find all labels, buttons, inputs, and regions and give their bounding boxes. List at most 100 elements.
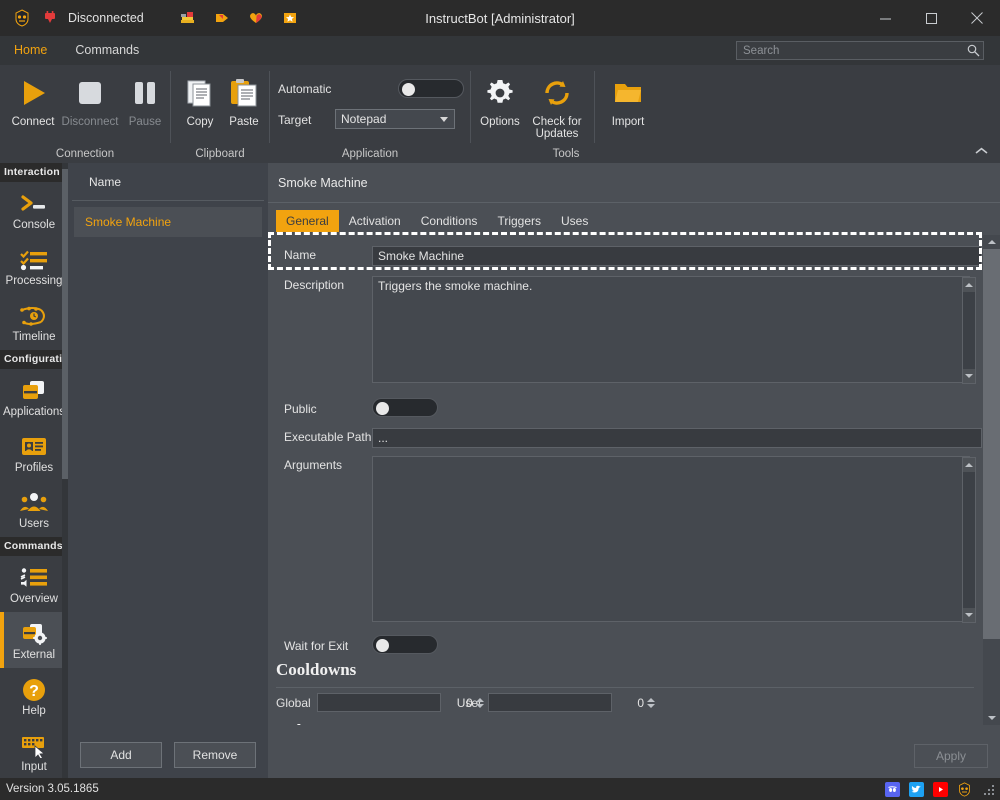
import-label: Import [611,116,645,128]
description-scroll-down-button[interactable] [963,369,975,383]
description-textarea[interactable] [372,276,970,383]
list-item[interactable]: Smoke Machine [74,207,262,237]
description-scroll-track[interactable] [963,292,975,369]
id-card-icon [19,432,49,462]
user-cooldown-spinner[interactable] [488,693,656,712]
arguments-label: Arguments [284,458,343,472]
detail-scroll-down-button[interactable] [983,711,1000,725]
tab-conditions[interactable]: Conditions [411,210,488,232]
detail-scrollbar-thumb[interactable] [983,249,1000,639]
global-cooldown-arrows[interactable] [475,697,484,708]
arguments-scroll-up-button[interactable] [963,458,975,472]
list-actions: Add Remove [68,742,268,768]
remove-button[interactable]: Remove [174,742,256,768]
sidebar-item-console-label: Console [12,219,56,231]
executable-path-label: Executable Path [284,430,372,444]
wait-for-exit-toggle[interactable] [372,635,438,654]
pause-button[interactable]: Pause [116,71,174,143]
disconnect-button[interactable]: Disconnect [61,71,119,143]
list-column-header: Name [72,163,264,201]
global-cooldown-spinner[interactable] [316,693,484,712]
arguments-scroll-down-button[interactable] [963,608,975,622]
user-cooldown-input[interactable] [489,695,648,710]
target-combobox-value: Notepad [341,112,387,126]
automatic-toggle[interactable] [398,79,464,98]
tab-general[interactable]: General [276,210,339,232]
connect-button[interactable]: Connect [4,71,62,143]
sidebar-item-timeline[interactable]: Timeline [0,294,68,350]
sidebar-item-overview[interactable]: Overview [0,556,68,612]
minimize-button[interactable] [862,0,908,36]
disconnected-plug-icon [36,6,64,30]
twitter-icon[interactable] [909,781,924,797]
import-button[interactable]: Import [599,71,657,143]
tab-triggers[interactable]: Triggers [487,210,551,232]
heart-icon[interactable] [242,6,270,30]
sidebar-item-applications[interactable]: Applications [0,369,68,425]
discord-icon[interactable] [885,781,900,797]
global-cooldown-input[interactable] [317,695,476,710]
bars-icon[interactable] [174,6,202,30]
executable-path-input[interactable] [372,428,982,448]
sidebar-item-input[interactable]: Input [0,724,68,778]
sidebar-section-configuration: Configuration [0,350,68,369]
name-input[interactable] [372,246,982,266]
user-cooldown-arrows[interactable] [647,697,656,708]
search-input[interactable] [737,44,963,57]
social-links [885,781,972,797]
sidebar-item-profiles-label: Profiles [14,462,54,474]
options-button[interactable]: Options [471,71,529,143]
tab-activation[interactable]: Activation [339,210,411,232]
sidebar-item-help[interactable]: ? Help [0,668,68,724]
detail-scroll-up-button[interactable] [983,235,1000,249]
sidebar-item-users[interactable]: Users [0,481,68,537]
tab-uses[interactable]: Uses [551,210,598,232]
description-scrollbar[interactable] [962,277,976,384]
quick-access-toolbar[interactable] [174,6,304,30]
add-button[interactable]: Add [80,742,162,768]
ribbon-collapse-button[interactable] [970,142,992,160]
external-gear-icon [19,619,49,649]
ribbon-tab-commands[interactable]: Commands [61,36,153,65]
ribbon-tab-home[interactable]: Home [0,36,61,65]
play-icon [16,71,50,115]
status-bar: Version 3.05.1865 [0,778,1000,800]
paste-label: Paste [229,116,259,128]
search-box[interactable] [736,41,984,60]
instructbot-logo-icon[interactable] [957,781,972,797]
public-label: Public [284,401,317,416]
question-circle-icon: ? [19,675,49,705]
close-button[interactable] [954,0,1000,36]
sidebar-item-users-label: Users [18,518,50,530]
copy-icon [184,71,216,115]
field-wait-for-exit-row: Wait for Exit [276,635,982,654]
apply-button[interactable]: Apply [914,744,988,768]
youtube-icon[interactable] [933,781,948,797]
checklist-icon [19,245,49,275]
paste-button[interactable]: Paste [215,71,273,143]
ribbon-group-tools: Options Check for Updates Import Tools [471,65,661,163]
sidebar-item-console[interactable]: Console [0,182,68,238]
arguments-scrollbar[interactable] [962,457,976,623]
sidebar-item-processing[interactable]: Processing [0,238,68,294]
maximize-button[interactable] [908,0,954,36]
public-toggle[interactable] [372,398,438,417]
help-heading: Help [276,721,311,725]
arguments-scroll-track[interactable] [963,472,975,608]
badge-icon[interactable] [208,6,236,30]
detail-form-scrollbar[interactable] [983,235,1000,725]
description-scroll-up-button[interactable] [963,278,975,292]
resize-grip[interactable] [984,785,996,797]
general-form: Name Description Public Executable Path [268,235,983,725]
check-for-updates-button[interactable]: Check for Updates [524,71,590,143]
star-icon[interactable] [276,6,304,30]
arguments-textarea[interactable] [372,456,970,622]
target-combobox[interactable]: Notepad [335,109,455,129]
global-cooldown-label: Global [276,695,311,710]
sidebar-item-profiles[interactable]: Profiles [0,425,68,481]
title-bar: Disconnected InstructBot [Administrator] [0,0,1000,36]
sidebar-item-external[interactable]: External [0,612,68,668]
sidebar-section-interaction: Interaction [0,163,68,182]
wait-for-exit-label: Wait for Exit [284,638,349,653]
search-icon [963,44,983,57]
